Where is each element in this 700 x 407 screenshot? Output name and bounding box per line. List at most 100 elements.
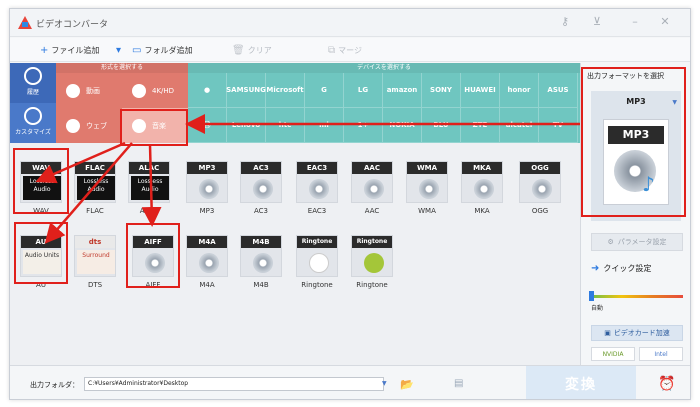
music-disc-icon bbox=[253, 179, 273, 199]
customize-button[interactable]: カスタマイズ bbox=[10, 103, 56, 143]
format-tag: OGG bbox=[520, 162, 560, 174]
format-4khd-label: 4K/HD bbox=[152, 86, 175, 95]
cart-icon[interactable]: ⊻ bbox=[590, 15, 604, 29]
format-tag: MKA bbox=[462, 162, 502, 174]
format-tag: M4A bbox=[187, 236, 227, 248]
format-card-ringtone-iphone[interactable]: Ringtone Ringtone bbox=[292, 229, 342, 293]
device-honor[interactable]: honor bbox=[500, 73, 539, 108]
format-card-m4a[interactable]: M4A M4A bbox=[182, 229, 232, 293]
format-card-dts[interactable]: dts Surround DTS bbox=[70, 229, 120, 293]
music-disc-icon bbox=[364, 179, 384, 199]
add-file-dropdown[interactable]: ▾ bbox=[116, 43, 121, 57]
apple-icon bbox=[309, 253, 329, 273]
music-disc-icon bbox=[253, 253, 273, 273]
device-lenovo[interactable]: Lenovo bbox=[227, 108, 266, 143]
format-card-mka[interactable]: MKA MKA bbox=[457, 155, 507, 219]
format-caption: MKA bbox=[474, 207, 490, 215]
app-window: ビデオコンバータ ⚷ ⊻ – ✕ + ファイル追加 ▾ ▭ フォルダ追加 🗑 ク… bbox=[9, 8, 691, 400]
format-caption: AAC bbox=[364, 207, 380, 215]
device-category-panel: デバイスを選択する ● SAMSUNG Microsoft G LG amazo… bbox=[188, 63, 580, 143]
format-card-mp3[interactable]: MP3 MP3 bbox=[182, 155, 232, 219]
window-title: ビデオコンバータ bbox=[36, 20, 109, 30]
quick-setting: ➜ クイック設定 bbox=[591, 263, 651, 274]
device-nokia[interactable]: NOKIA bbox=[383, 108, 422, 143]
add-file-label: ファイル追加 bbox=[51, 45, 100, 55]
chevron-down-icon[interactable]: ▼ bbox=[382, 377, 392, 391]
highlight-wav bbox=[13, 148, 69, 214]
chevron-down-icon: ▾ bbox=[116, 44, 122, 56]
format-thumb: EAC3 bbox=[296, 161, 338, 203]
parameter-settings-button[interactable]: ⚙ パラメータ設定 bbox=[591, 233, 683, 251]
format-card-m4b[interactable]: M4B M4B bbox=[236, 229, 286, 293]
music-disc-icon bbox=[309, 179, 329, 199]
minimize-icon[interactable]: – bbox=[628, 15, 642, 29]
format-thumb: dts Surround bbox=[74, 235, 116, 277]
key-icon[interactable]: ⚷ bbox=[558, 15, 572, 29]
music-disc-icon bbox=[199, 179, 219, 199]
add-folder-label: フォルダ追加 bbox=[144, 45, 193, 55]
device-alcatel[interactable]: alcatel bbox=[500, 108, 539, 143]
chip-icon: ▣ bbox=[604, 329, 611, 337]
output-folder-icon[interactable]: ▤ bbox=[454, 378, 463, 389]
output-folder-input[interactable]: C:¥Users¥Administrator¥Desktop bbox=[84, 377, 384, 391]
nvidia-badge: NVIDIA bbox=[591, 347, 635, 361]
format-sub: Lossless Audio bbox=[77, 176, 115, 200]
device-oneplus[interactable]: 1+ bbox=[344, 108, 383, 143]
device-google[interactable]: G bbox=[305, 73, 344, 108]
format-caption: AC3 bbox=[253, 207, 268, 215]
format-video-label: 動画 bbox=[86, 86, 100, 95]
format-card-alac[interactable]: ALAC Lossless Audio ALAC bbox=[124, 155, 174, 219]
alarm-clock-icon[interactable]: ⏰ bbox=[658, 376, 675, 392]
format-sub: Surround bbox=[77, 250, 115, 274]
convert-button[interactable]: 変換 bbox=[526, 366, 636, 399]
merge-button[interactable]: ⧉ マージ bbox=[328, 43, 362, 57]
format-thumb: Ringtone bbox=[351, 235, 393, 277]
trash-icon: 🗑 bbox=[232, 44, 245, 56]
format-card-ogg[interactable]: OGG OGG bbox=[515, 155, 565, 219]
format-web-label: ウェブ bbox=[86, 121, 107, 130]
add-file-button[interactable]: + ファイル追加 bbox=[40, 43, 99, 57]
device-zte[interactable]: ZTE bbox=[461, 108, 500, 143]
format-card-wma[interactable]: WMA WMA bbox=[402, 155, 452, 219]
add-folder-button[interactable]: ▭ フォルダ追加 bbox=[132, 43, 192, 57]
device-amazon[interactable]: amazon bbox=[383, 73, 422, 108]
clear-button[interactable]: 🗑 クリア bbox=[232, 43, 272, 57]
quality-slider[interactable] bbox=[591, 295, 683, 298]
format-card-ac3[interactable]: AC3 AC3 bbox=[236, 155, 286, 219]
device-lg[interactable]: LG bbox=[344, 73, 383, 108]
device-huawei[interactable]: HUAWEI bbox=[461, 73, 500, 108]
gpu-acceleration-button[interactable]: ▣ ビデオカード加速 bbox=[591, 325, 683, 341]
device-xiaomi[interactable]: mi bbox=[305, 108, 344, 143]
format-tag: WMA bbox=[407, 162, 447, 174]
apple-icon: ● bbox=[203, 86, 211, 94]
plus-icon: + bbox=[40, 44, 49, 56]
format-caption: Ringtone bbox=[301, 281, 333, 289]
format-card-eac3[interactable]: EAC3 EAC3 bbox=[292, 155, 342, 219]
device-sony[interactable]: SONY bbox=[422, 73, 461, 108]
device-motorola[interactable]: Ⓜ bbox=[188, 108, 227, 143]
music-disc-icon bbox=[474, 179, 494, 199]
history-button[interactable]: 履歴 bbox=[10, 63, 56, 103]
bottom-bar: 出力フォルダ： C:¥Users¥Administrator¥Desktop ▼… bbox=[10, 365, 690, 399]
intel-badge: Intel bbox=[639, 347, 683, 361]
format-card-ringtone-android[interactable]: Ringtone Ringtone bbox=[347, 229, 397, 293]
merge-label: マージ bbox=[338, 45, 362, 55]
format-4khd-tab[interactable]: 4K/HD bbox=[122, 73, 188, 108]
quality-slider-handle[interactable] bbox=[589, 291, 594, 301]
device-asus[interactable]: ASUS bbox=[539, 73, 578, 108]
format-video-tab[interactable]: 動画 bbox=[56, 73, 122, 108]
format-card-flac[interactable]: FLAC Lossless Audio FLAC bbox=[70, 155, 120, 219]
open-folder-icon[interactable]: 📂 bbox=[400, 378, 414, 391]
close-icon[interactable]: ✕ bbox=[658, 15, 672, 29]
device-blu[interactable]: BLU bbox=[422, 108, 461, 143]
device-htc[interactable]: htc bbox=[266, 108, 305, 143]
format-web-tab[interactable]: ウェブ bbox=[56, 108, 122, 143]
format-thumb: ALAC Lossless Audio bbox=[128, 161, 170, 203]
format-thumb: M4A bbox=[186, 235, 228, 277]
format-card-aac[interactable]: AAC AAC bbox=[347, 155, 397, 219]
device-microsoft[interactable]: Microsoft bbox=[266, 73, 305, 108]
device-samsung[interactable]: SAMSUNG bbox=[226, 73, 266, 108]
format-tag: AC3 bbox=[241, 162, 281, 174]
device-tv[interactable]: TV bbox=[539, 108, 578, 143]
device-apple[interactable]: ● bbox=[188, 73, 227, 108]
